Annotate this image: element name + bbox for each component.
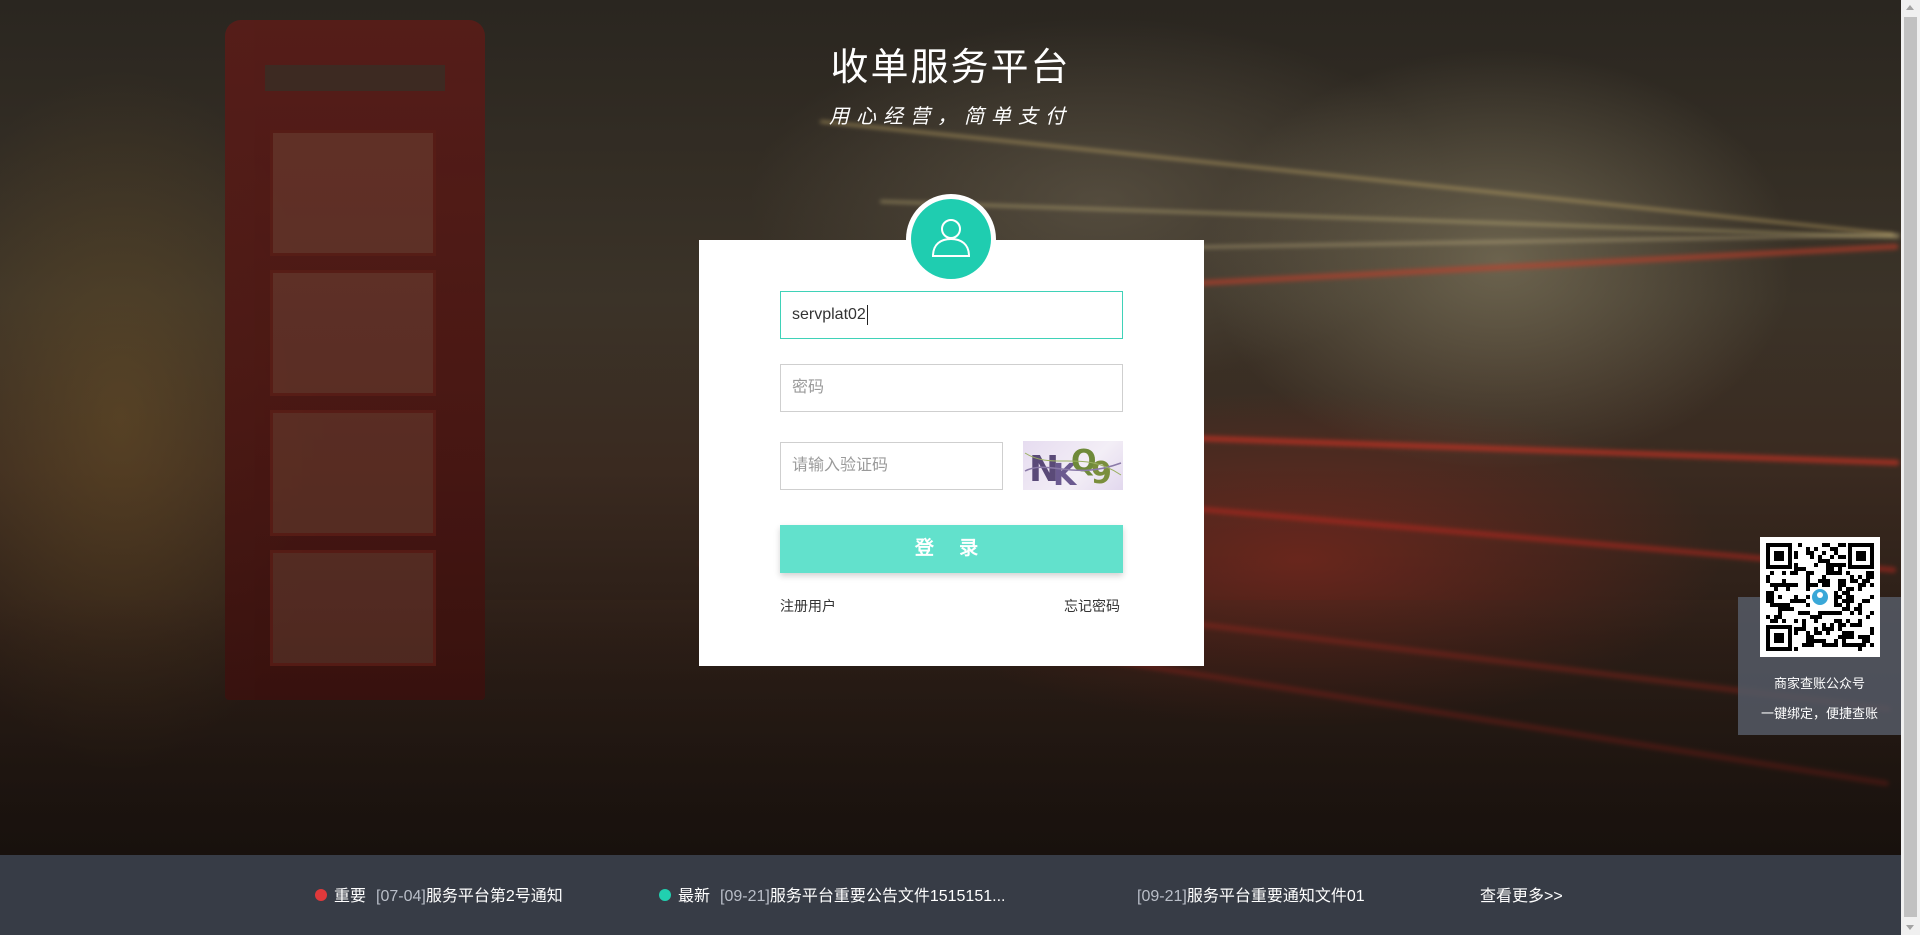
notice-title: 服务平台第2号通知: [425, 888, 563, 905]
latest-dot: [659, 889, 671, 901]
notice-item-latest[interactable]: 最新 [09-21]服务平台重要公告文件1515151...: [678, 882, 1005, 906]
scrollbar[interactable]: [1901, 0, 1920, 935]
notice-tag: 重要: [334, 888, 367, 905]
qr-caption-title: 商家查账公众号: [1773, 676, 1865, 691]
notice-title: 服务平台重要通知文件01: [1186, 888, 1365, 905]
notice-date: [09-21]: [720, 888, 770, 905]
notice-tag: 最新: [678, 888, 711, 905]
qr-caption-subtitle: 一键绑定，便捷查账: [1760, 706, 1878, 721]
password-input[interactable]: 密码: [780, 364, 1123, 412]
login-page: 收单服务平台 用心经营，简单支付 servplat02 密码 请输入验证码 N …: [0, 0, 1920, 935]
page-slogan: 用心经营，简单支付: [829, 104, 1072, 128]
captcha-input[interactable]: 请输入验证码: [780, 442, 1003, 490]
username-value: servplat02: [792, 306, 866, 323]
captcha-placeholder: 请输入验证码: [792, 457, 889, 474]
important-dot: [315, 889, 327, 901]
svg-text:9: 9: [1091, 456, 1112, 490]
scroll-up-icon[interactable]: [1906, 5, 1914, 10]
scrollbar-thumb[interactable]: [1904, 17, 1917, 917]
captcha-image[interactable]: N K Q 9: [1023, 441, 1123, 490]
notice-item-important[interactable]: 重要 [07-04]服务平台第2号通知: [334, 882, 563, 906]
notice-date: [07-04]: [376, 888, 426, 905]
scroll-down-icon[interactable]: [1906, 925, 1914, 930]
page-title: 收单服务平台: [830, 47, 1071, 89]
notice-title: 服务平台重要公告文件1515151...: [769, 888, 1006, 905]
notice-date: [09-21]: [1137, 888, 1187, 905]
login-button[interactable]: 登 录: [780, 525, 1123, 573]
user-icon: [928, 214, 974, 265]
qr-code-icon: [1760, 537, 1880, 657]
notice-item-3[interactable]: [09-21]服务平台重要通知文件01: [1137, 882, 1365, 906]
register-link[interactable]: 注册用户: [780, 596, 836, 616]
more-notices-link[interactable]: 查看更多>>: [1480, 882, 1563, 906]
username-input[interactable]: servplat02: [780, 291, 1123, 339]
password-placeholder: 密码: [792, 379, 825, 396]
forgot-password-link[interactable]: 忘记密码: [1064, 596, 1120, 616]
avatar: [906, 194, 996, 284]
